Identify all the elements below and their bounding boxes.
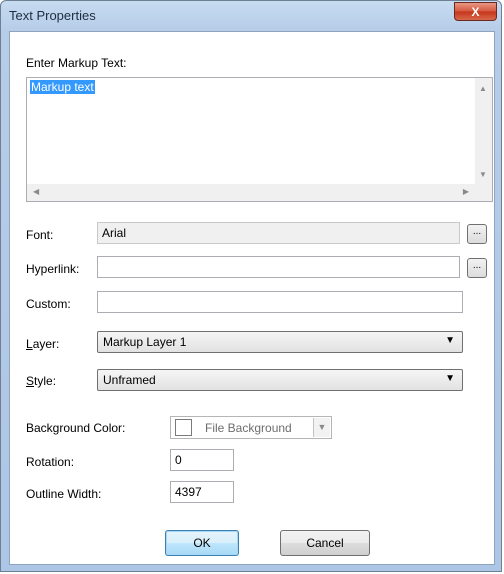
font-field: Arial	[97, 222, 460, 244]
markup-text-label: Enter Markup Text:	[26, 56, 127, 70]
scroll-right-icon[interactable]: ▶	[463, 187, 469, 196]
outline-width-label: Outline Width:	[26, 487, 102, 501]
ok-button[interactable]: OK	[165, 530, 239, 556]
layer-selected-value: Markup Layer 1	[103, 335, 187, 349]
rotation-input[interactable]: 0	[170, 449, 234, 471]
font-label: Font:	[26, 228, 54, 242]
rotation-value: 0	[175, 453, 182, 467]
title-bar[interactable]: Text Properties X	[1, 1, 503, 31]
chevron-down-icon[interactable]: ▼	[313, 418, 330, 437]
vertical-scrollbar[interactable]: ▲ ▼	[475, 78, 492, 185]
style-selected-value: Unframed	[103, 373, 156, 387]
chevron-down-icon: ▼	[445, 335, 455, 346]
close-icon: X	[471, 5, 480, 19]
scroll-up-icon[interactable]: ▲	[479, 84, 487, 93]
layer-label: Layer:	[26, 337, 59, 351]
hyperlink-label: Hyperlink:	[26, 262, 80, 276]
rotation-label: Rotation:	[26, 455, 75, 469]
outline-width-value: 4397	[175, 485, 202, 499]
background-color-picker[interactable]: File Background ▼	[170, 416, 332, 439]
hyperlink-input[interactable]	[97, 256, 460, 278]
scroll-down-icon[interactable]: ▼	[479, 170, 487, 179]
scrollbar-corner	[475, 184, 492, 201]
hyperlink-browse-button[interactable]: ...	[467, 258, 487, 278]
chevron-down-icon: ▼	[445, 373, 455, 384]
close-button[interactable]: X	[454, 2, 497, 21]
scroll-left-icon[interactable]: ◀	[33, 187, 39, 196]
font-value: Arial	[102, 226, 127, 240]
style-select[interactable]: Unframed ▼	[97, 369, 463, 391]
markup-text-area[interactable]: Markup text ▲ ▼ ◀ ▶	[26, 77, 493, 202]
color-swatch	[175, 419, 192, 436]
background-color-value: File Background	[205, 421, 292, 435]
ellipsis-icon: ...	[472, 260, 482, 271]
style-label: Style:	[26, 374, 56, 388]
horizontal-scrollbar[interactable]: ◀ ▶	[27, 184, 475, 201]
markup-text-value[interactable]: Markup text	[30, 80, 95, 94]
style-label-rest: tyle:	[34, 374, 57, 388]
style-label-accesskey: S	[26, 374, 35, 388]
layer-label-accesskey: L	[26, 337, 33, 351]
custom-input[interactable]	[97, 291, 463, 313]
background-color-label: Background Color:	[26, 421, 126, 435]
outline-width-input[interactable]: 4397	[170, 481, 234, 503]
dialog-title: Text Properties	[9, 8, 96, 23]
font-browse-button[interactable]: ...	[467, 224, 487, 244]
custom-label: Custom:	[26, 297, 71, 311]
layer-label-rest: ayer:	[32, 337, 60, 351]
cancel-button[interactable]: Cancel	[280, 530, 370, 556]
ellipsis-icon: ...	[472, 226, 482, 237]
layer-select[interactable]: Markup Layer 1 ▼	[97, 331, 463, 353]
